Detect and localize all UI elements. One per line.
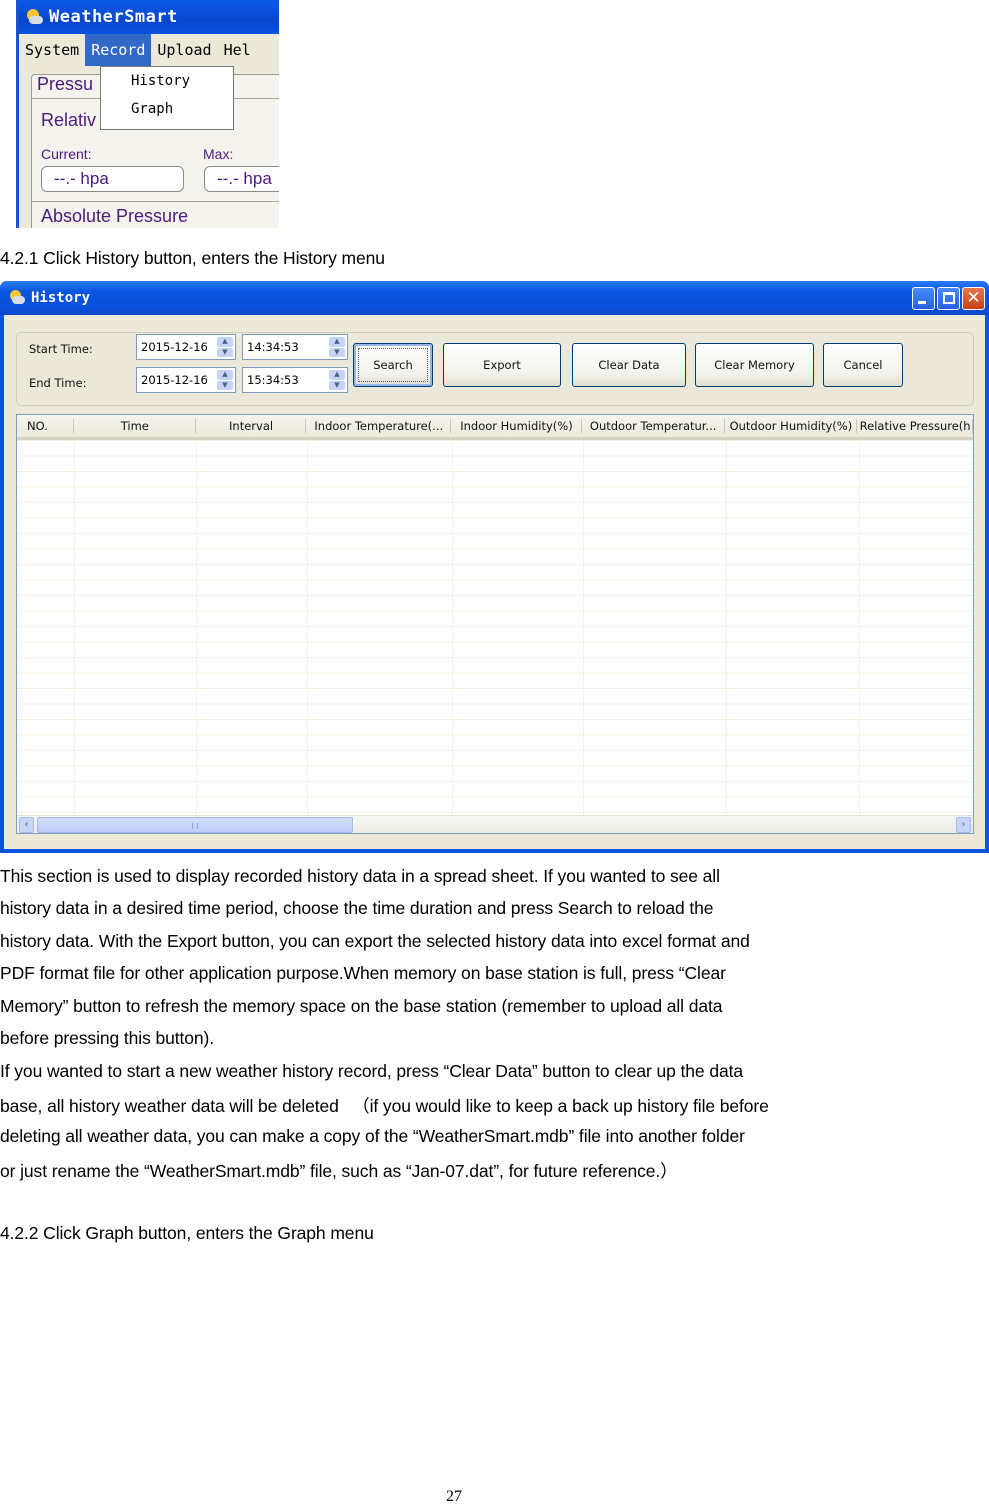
close-button[interactable]: ✕ <box>962 287 985 310</box>
history-data-grid[interactable]: NO. Time Interval Indoor Temperature(...… <box>16 414 974 834</box>
clear-data-button[interactable]: Clear Data <box>572 343 686 387</box>
menu-item-history[interactable]: History <box>101 67 233 95</box>
end-date-picker[interactable]: 2015-12-16 ▲ ▼ <box>136 367 236 393</box>
scrollbar-thumb[interactable] <box>37 817 353 833</box>
paragraph-line: This section is used to display recorded… <box>0 866 720 886</box>
absolute-pressure-label: Absolute Pressure <box>41 206 189 226</box>
spin-down-icon[interactable]: ▼ <box>217 347 233 357</box>
column-header-indoor-humidity[interactable]: Indoor Humidity(%) <box>451 415 582 437</box>
scroll-right-icon[interactable]: › <box>956 817 971 833</box>
menu-bar: System Record Upload Hel <box>19 34 279 66</box>
spin-down-icon[interactable]: ▼ <box>217 380 233 390</box>
cancel-button[interactable]: Cancel <box>823 343 903 387</box>
minimize-button[interactable] <box>912 287 935 310</box>
search-button[interactable]: Search <box>353 343 433 387</box>
paragraph-line: PDF format file for other application pu… <box>0 963 726 983</box>
weather-app-icon <box>8 290 26 306</box>
end-time-picker[interactable]: 15:34:53 ▲ ▼ <box>242 367 348 393</box>
grip-icon <box>192 823 198 829</box>
paragraph-line: base, all history weather data will be d… <box>0 1096 769 1116</box>
clear-memory-button[interactable]: Clear Memory <box>695 343 814 387</box>
history-titlebar[interactable]: History ✕ <box>0 281 989 315</box>
spin-down-icon[interactable]: ▼ <box>329 347 345 357</box>
weathersmart-screenshot: WeatherSmart System Record Upload Hel Pr… <box>16 0 279 228</box>
paragraph-line: before pressing this button). <box>0 1028 215 1048</box>
section-heading-4-2-2: 4.2.2 Click Graph button, enters the Gra… <box>0 1223 374 1243</box>
weathersmart-titlebar: WeatherSmart <box>19 0 279 34</box>
section-heading-4-2-1: 4.2.1 Click History button, enters the H… <box>0 248 385 268</box>
menu-help[interactable]: Hel <box>218 34 257 66</box>
export-button[interactable]: Export <box>443 343 561 387</box>
paragraph-line: deleting all weather data, you can make … <box>0 1126 745 1146</box>
max-pressure-field: --.- hpa <box>204 166 279 192</box>
spin-up-icon[interactable]: ▲ <box>329 337 345 347</box>
spin-up-icon[interactable]: ▲ <box>217 370 233 380</box>
menu-upload[interactable]: Upload <box>151 34 217 66</box>
weather-app-icon <box>25 9 43 25</box>
menu-record[interactable]: Record <box>85 34 152 66</box>
paragraph-line: or just rename the “WeatherSmart.mdb” fi… <box>0 1161 678 1181</box>
start-time-label: Start Time: <box>29 342 93 356</box>
column-header-outdoor-temperature[interactable]: Outdoor Temperatur... <box>582 415 725 437</box>
column-header-interval[interactable]: Interval <box>196 415 307 437</box>
menu-item-graph[interactable]: Graph <box>101 95 233 123</box>
page-number: 27 <box>446 1488 462 1505</box>
spin-up-icon[interactable]: ▲ <box>217 337 233 347</box>
menu-system[interactable]: System <box>19 34 85 66</box>
column-header-no[interactable]: NO. <box>17 415 74 437</box>
end-time-label: End Time: <box>29 376 87 390</box>
record-dropdown-menu: History Graph <box>100 66 234 130</box>
current-label: Current: <box>41 146 92 162</box>
time-filter-group: Start Time: End Time: 2015-12-16 ▲ ▼ 14:3… <box>16 332 974 406</box>
window-title: History <box>31 290 91 306</box>
divider <box>32 201 279 202</box>
paragraph-line: history data in a desired time period, c… <box>0 898 714 918</box>
paragraph-line: history data. With the Export button, yo… <box>0 931 750 951</box>
paragraph-line: If you wanted to start a new weather his… <box>0 1061 743 1081</box>
maximize-icon <box>943 292 955 304</box>
current-pressure-field: --.- hpa <box>41 166 184 192</box>
start-date-picker[interactable]: 2015-12-16 ▲ ▼ <box>136 334 236 360</box>
grid-column-lines <box>17 440 973 815</box>
history-window-body: Start Time: End Time: 2015-12-16 ▲ ▼ 14:3… <box>4 315 985 849</box>
max-label: Max: <box>203 146 234 162</box>
start-time-value: 14:34:53 <box>247 340 299 354</box>
column-header-outdoor-humidity[interactable]: Outdoor Humidity(%) <box>725 415 858 437</box>
relative-pressure-label: Relativ <box>41 110 97 130</box>
spin-down-icon[interactable]: ▼ <box>329 380 345 390</box>
grid-header: NO. Time Interval Indoor Temperature(...… <box>17 415 973 440</box>
column-header-time[interactable]: Time <box>74 415 196 437</box>
scroll-left-icon[interactable]: ‹ <box>19 817 34 833</box>
history-window: History ✕ Start Time: End Time: 2015-12-… <box>0 281 989 853</box>
spin-up-icon[interactable]: ▲ <box>329 370 345 380</box>
close-icon: ✕ <box>966 288 981 308</box>
start-date-value: 2015-12-16 <box>141 340 208 354</box>
start-time-picker[interactable]: 14:34:53 ▲ ▼ <box>242 334 348 360</box>
end-time-value: 15:34:53 <box>247 373 299 387</box>
maximize-button[interactable] <box>937 287 960 310</box>
column-header-indoor-temperature[interactable]: Indoor Temperature(... <box>306 415 451 437</box>
pressure-tab[interactable]: Pressu <box>37 74 93 95</box>
horizontal-scrollbar[interactable]: ‹ › <box>17 815 973 833</box>
column-header-relative-pressure[interactable]: Relative Pressure(h <box>857 415 973 437</box>
end-date-value: 2015-12-16 <box>141 373 208 387</box>
minimize-icon <box>918 301 926 304</box>
app-title: WeatherSmart <box>49 7 178 27</box>
paragraph-line: Memory” button to refresh the memory spa… <box>0 996 723 1016</box>
